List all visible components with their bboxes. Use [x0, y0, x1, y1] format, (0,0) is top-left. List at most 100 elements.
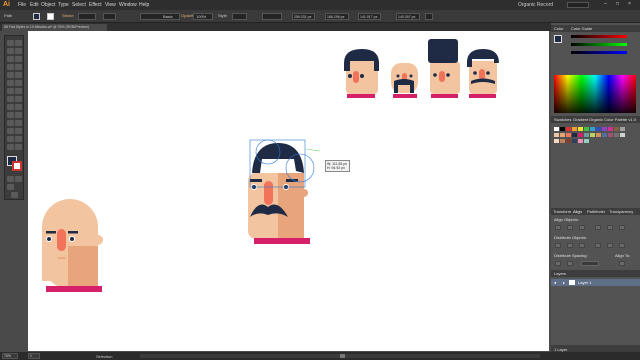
hand-tool[interactable]	[7, 144, 14, 150]
align-bottom-button[interactable]	[619, 225, 625, 230]
zoom-tool[interactable]	[15, 144, 22, 150]
symbol-sprayer-tool[interactable]	[7, 128, 14, 134]
align-hcenter-button[interactable]	[567, 225, 573, 230]
swatch[interactable]	[566, 133, 571, 137]
distribute-bottom-button[interactable]	[579, 243, 585, 248]
direct-selection-tool[interactable]	[15, 40, 22, 46]
swatch[interactable]	[584, 133, 589, 137]
free-transform-tool[interactable]	[15, 96, 22, 102]
blend-tool[interactable]	[15, 120, 22, 126]
close-icon[interactable]: ×	[628, 1, 631, 7]
scale-tool[interactable]	[15, 88, 22, 94]
stroke-weight-field[interactable]	[78, 13, 96, 20]
artboard-field[interactable]: 1	[28, 353, 40, 359]
mesh-tool[interactable]	[7, 112, 14, 118]
zoom-field[interactable]: 76%	[2, 353, 18, 359]
rectangle-tool[interactable]	[15, 64, 22, 70]
draw-mode-button[interactable]	[7, 184, 14, 190]
eye-icon[interactable]: ●	[554, 280, 556, 285]
tab-pathfinder[interactable]: Pathfinder	[587, 209, 605, 214]
align-options-button[interactable]	[425, 13, 433, 20]
lasso-tool[interactable]	[15, 48, 22, 54]
menu-edit[interactable]: Edit	[30, 2, 39, 8]
w-field[interactable]: 141.917 px	[358, 13, 381, 20]
menu-select[interactable]: Select	[72, 2, 86, 8]
shape-builder-tool[interactable]	[7, 104, 14, 110]
green-slider[interactable]	[571, 43, 627, 46]
swatch[interactable]	[566, 139, 571, 143]
swatch[interactable]	[560, 139, 565, 143]
swatch[interactable]	[596, 133, 601, 137]
swatch[interactable]	[560, 133, 565, 137]
align-right-button[interactable]	[579, 225, 585, 230]
align-to-button[interactable]	[619, 261, 625, 266]
h-field[interactable]: 140.397 px	[396, 13, 420, 20]
paintbrush-tool[interactable]	[7, 72, 14, 78]
eyedropper-tool[interactable]	[7, 120, 14, 126]
swatch[interactable]	[572, 127, 577, 131]
menu-effect[interactable]: Effect	[89, 2, 102, 8]
swatch[interactable]	[620, 127, 625, 131]
tab-layers[interactable]: Layers	[554, 271, 566, 276]
tab-color-guide[interactable]: Color Guide	[571, 26, 592, 31]
color-mode-button[interactable]	[7, 176, 14, 182]
pencil-tool[interactable]	[15, 72, 22, 78]
artboard-tool[interactable]	[7, 136, 14, 142]
stroke-label[interactable]: Stroke	[62, 13, 74, 18]
rotate-tool[interactable]	[7, 88, 14, 94]
tab-gradient[interactable]: Gradient	[573, 117, 588, 122]
swatch[interactable]	[590, 127, 595, 131]
swatch[interactable]	[602, 133, 607, 137]
spacing-field[interactable]	[581, 261, 599, 266]
swatch[interactable]	[584, 127, 589, 131]
pen-tool[interactable]	[7, 56, 14, 62]
document-tab[interactable]: 58 Flat Styles in 10 Minutes.ai* @ 76% (…	[2, 24, 107, 31]
swatch[interactable]	[572, 139, 577, 143]
tab-align[interactable]: Align	[573, 209, 582, 214]
x-field[interactable]: 259.031 px	[292, 13, 315, 20]
y-field[interactable]: 166.296 px	[325, 13, 349, 20]
menu-window[interactable]: Window	[119, 2, 137, 8]
spacing-horizontal-button[interactable]	[567, 261, 573, 266]
perspective-grid-tool[interactable]	[15, 104, 22, 110]
align-top-button[interactable]	[595, 225, 601, 230]
eraser-tool[interactable]	[15, 80, 22, 86]
menu-file[interactable]: File	[18, 2, 26, 8]
menu-object[interactable]: Object	[41, 2, 55, 8]
panel-fill-swatch[interactable]	[554, 35, 562, 43]
tab-color-palette[interactable]: Organic Color Palette v1.0	[589, 117, 636, 122]
distribute-right-button[interactable]	[619, 243, 625, 248]
brush-select[interactable]: Basic	[140, 13, 180, 20]
search-stock-input[interactable]	[567, 2, 589, 8]
layer-row[interactable]: ● ▸ Layer 1	[551, 279, 640, 286]
color-spectrum[interactable]	[554, 75, 636, 113]
swatch[interactable]	[608, 127, 613, 131]
blob-brush-tool[interactable]	[7, 80, 14, 86]
swatch[interactable]	[614, 133, 619, 137]
character-3[interactable]	[428, 39, 460, 98]
distribute-vcenter-button[interactable]	[567, 243, 573, 248]
gradient-mode-button[interactable]	[15, 176, 22, 182]
tab-transform[interactable]: Transform	[553, 209, 571, 214]
swatch[interactable]	[572, 133, 577, 137]
slice-tool[interactable]	[15, 136, 22, 142]
type-tool[interactable]	[15, 56, 22, 62]
character-1[interactable]	[344, 49, 380, 98]
character-center[interactable]	[248, 139, 321, 244]
swatch[interactable]	[554, 127, 559, 131]
magic-wand-tool[interactable]	[7, 48, 14, 54]
expand-arrow-icon[interactable]: ▸	[563, 280, 565, 285]
opacity-field[interactable]: 100%	[193, 13, 213, 20]
swatch[interactable]	[620, 133, 625, 137]
menu-type[interactable]: Type	[58, 2, 69, 8]
swatch[interactable]	[566, 127, 571, 131]
blue-slider[interactable]	[571, 51, 627, 54]
swatch[interactable]	[584, 139, 589, 143]
horizontal-scrollbar[interactable]	[140, 354, 540, 358]
layer-name[interactable]: Layer 1	[578, 280, 591, 285]
width-tool[interactable]	[7, 96, 14, 102]
distribute-top-button[interactable]	[555, 243, 561, 248]
swatch[interactable]	[554, 133, 559, 137]
swatch[interactable]	[560, 127, 565, 131]
swatch[interactable]	[602, 127, 607, 131]
